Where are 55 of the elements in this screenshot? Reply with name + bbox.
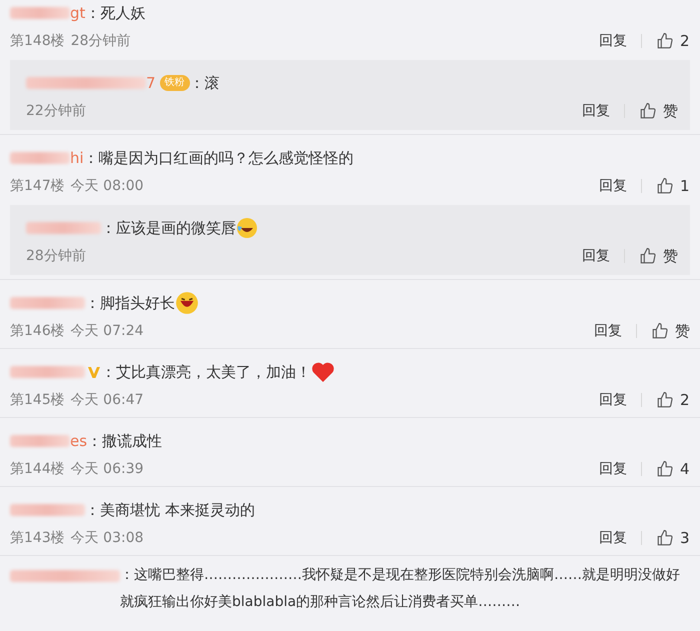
comment-text: ：嘴是因为口红画的吗？怎么感觉怪怪的 — [84, 148, 354, 169]
comment-text: ：撒谎成性 — [87, 431, 162, 452]
comment-time: 今天 08:00 — [70, 177, 145, 195]
like-button[interactable]: 赞 — [639, 102, 678, 120]
reply-text: ：滚 — [190, 73, 220, 94]
comment-text: ：脚指头好长 — [85, 293, 175, 314]
floor-number: 第145楼 — [10, 391, 65, 409]
comment-time: 今天 03:08 — [70, 529, 145, 547]
comment-time: 今天 06:47 — [70, 391, 145, 409]
thumbs-up-icon — [639, 247, 657, 265]
floor-number: 第148楼 — [10, 32, 65, 50]
laughing-crying-emoji-icon — [236, 217, 258, 239]
reply-link[interactable]: 回复 — [582, 102, 610, 120]
floor-number: 第144楼 — [10, 460, 65, 478]
like-button[interactable]: 1 — [656, 177, 690, 195]
comment-time: 今天 06:39 — [70, 460, 145, 478]
verified-v-icon — [87, 365, 101, 379]
floor-number: 第146楼 — [10, 322, 65, 340]
floor-number: 第143楼 — [10, 529, 65, 547]
comment-text: ：这嘴巴整得…………………我怀疑是不是现在整形医院特别会洗脑啊……就是明明没做好就疯狂输出你好美blablabla的那种言论然后让消费者买单……… — [120, 566, 681, 612]
reply-link[interactable]: 回复 — [594, 322, 622, 340]
thumbs-up-icon — [656, 177, 674, 195]
reply-time: 22分钟前 — [26, 102, 87, 120]
like-button[interactable]: 2 — [656, 391, 690, 409]
reply-link[interactable]: 回复 — [599, 32, 627, 50]
like-button[interactable]: 2 — [656, 32, 690, 50]
like-button[interactable]: 赞 — [651, 322, 690, 340]
like-button[interactable]: 4 — [656, 460, 690, 478]
thumbs-up-icon — [656, 529, 674, 547]
comment-text: ：死人妖 — [85, 3, 146, 24]
comment-time: 今天 07:24 — [70, 322, 145, 340]
blurred-username — [10, 7, 70, 19]
comment-text: ：美商堪忧 本来挺灵动的 — [85, 500, 255, 521]
thumbs-up-icon — [656, 460, 674, 478]
heart-icon — [311, 361, 335, 383]
reply-link[interactable]: 回复 — [599, 460, 627, 478]
like-button[interactable]: 赞 — [639, 246, 678, 266]
reply-time: 28分钟前 — [26, 247, 87, 265]
reply-link[interactable]: 回复 — [599, 177, 627, 195]
floor-number: 第147楼 — [10, 177, 65, 195]
blurred-username — [10, 435, 70, 447]
reply-link[interactable]: 回复 — [599, 391, 627, 409]
reply-link[interactable]: 回复 — [599, 529, 627, 547]
laughing-emoji-icon — [175, 291, 199, 315]
fan-badge: 铁粉 — [160, 75, 190, 91]
thumbs-up-icon — [651, 322, 669, 340]
like-button[interactable]: 3 — [656, 529, 690, 547]
comment-text: ：艾比真漂亮，太美了，加油！ — [101, 362, 311, 383]
reply-link[interactable]: 回复 — [582, 247, 610, 265]
thumbs-up-icon — [639, 102, 657, 120]
blurred-username — [10, 152, 70, 164]
comment-time: 28分钟前 — [70, 32, 132, 50]
reply-text: ：应该是画的微笑唇 — [101, 218, 236, 239]
thumbs-up-icon — [656, 32, 674, 50]
thumbs-up-icon — [656, 391, 674, 409]
